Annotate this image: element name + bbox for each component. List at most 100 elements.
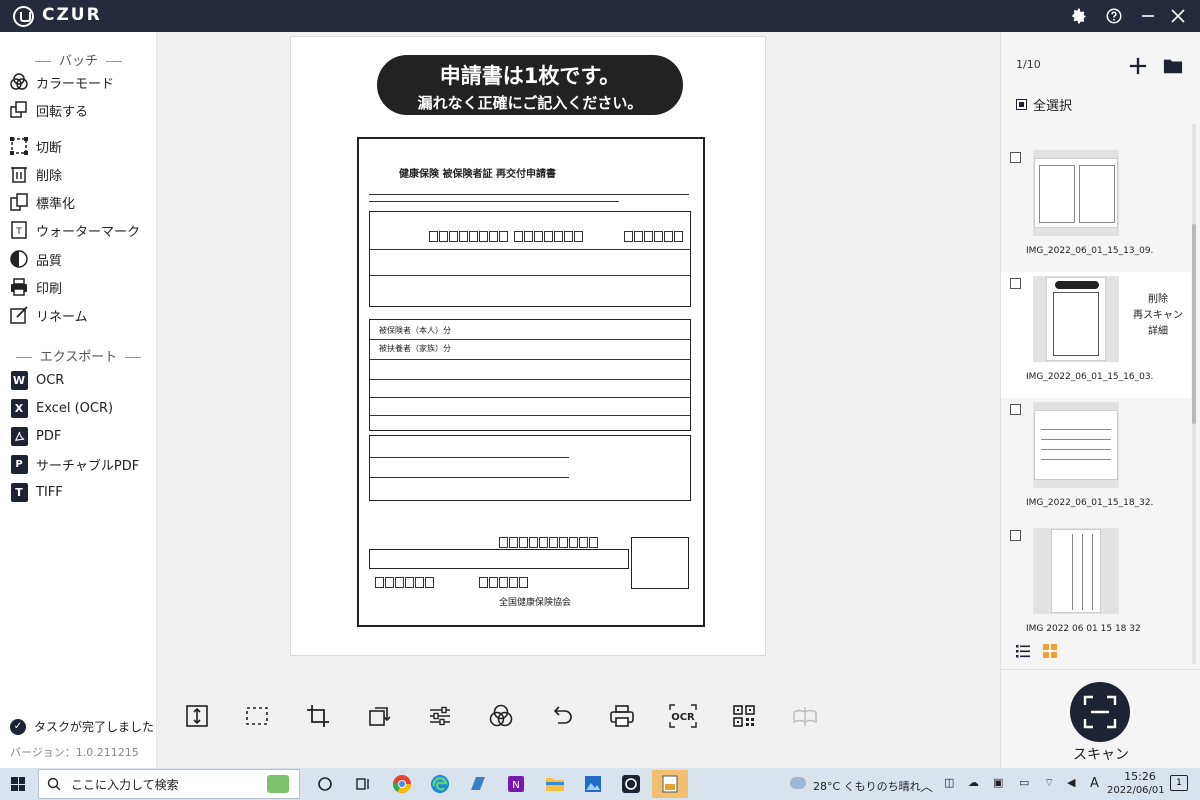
weather-text[interactable]: 28°C くもりのち晴れ: [813, 778, 921, 794]
list-view-icon[interactable]: [1014, 642, 1032, 660]
thumbnail-item[interactable]: IMG 2022 06 01 15 18 32: [1001, 524, 1191, 650]
notification-icon[interactable]: 1: [1170, 775, 1188, 791]
taskbar-search-box[interactable]: ここに入力して検索: [38, 769, 300, 799]
task-view-icon[interactable]: [345, 770, 381, 798]
left-sidebar: バッチ カラーモード 回転する 切断 削除 標準化 T ウォーターマーク 品質 …: [0, 32, 157, 768]
menu-quality[interactable]: 品質: [9, 247, 154, 271]
chrome-icon[interactable]: [384, 770, 420, 798]
menu-delete[interactable]: 削除: [9, 162, 154, 186]
thumbnail-scrollbar[interactable]: [1192, 124, 1196, 664]
edge-icon[interactable]: [422, 770, 458, 798]
ocr-icon[interactable]: OCR: [663, 700, 703, 732]
rotate-icon: [9, 100, 29, 120]
minimize-icon[interactable]: [1138, 6, 1158, 26]
ime-indicator[interactable]: A: [1090, 776, 1099, 791]
help-icon[interactable]: [1104, 6, 1124, 26]
document-banner: 申請書は1枚です。 漏れなく正確にご記入ください。: [377, 55, 683, 115]
select-all-box[interactable]: [1016, 99, 1027, 110]
crop-tool-icon[interactable]: [298, 700, 338, 732]
file-explorer-icon[interactable]: [537, 770, 573, 798]
printer-icon: [9, 277, 29, 297]
book-split-icon: [785, 700, 825, 732]
clock-date[interactable]: 2022/06/01: [1107, 785, 1165, 796]
thumbnail-list: IMG_2022_06_01_15_13_09. 削除 再スキャン 詳細 IMG…: [1001, 124, 1191, 664]
volume-icon[interactable]: ◀: [1067, 776, 1075, 789]
menu-crop[interactable]: 切断: [9, 134, 154, 158]
onedrive-icon[interactable]: ☁: [968, 776, 979, 789]
export-excel-ocr[interactable]: X Excel (OCR): [9, 396, 154, 420]
right-thumbnail-panel: 1/10 全選択 IMG_2022_06_01_15_13_09. 削除 再スキ…: [1000, 32, 1200, 768]
cortana-icon[interactable]: [307, 770, 343, 798]
active-app-icon[interactable]: [652, 770, 688, 798]
thumbnail-checkbox[interactable]: [1010, 530, 1021, 541]
context-details[interactable]: 詳細: [1128, 324, 1188, 340]
settings-gear-icon[interactable]: [1069, 6, 1089, 26]
onenote-icon[interactable]: N: [498, 770, 534, 798]
context-rescan[interactable]: 再スキャン: [1128, 308, 1188, 324]
app-icon[interactable]: [460, 770, 496, 798]
clock-time[interactable]: 15:26: [1120, 770, 1160, 783]
thumbnail-image[interactable]: [1033, 276, 1119, 362]
export-searchable-pdf[interactable]: P サーチャブルPDF: [9, 452, 154, 476]
undo-icon[interactable]: [542, 700, 582, 732]
form-section-dependent: 被扶養者（家族）分: [379, 344, 451, 353]
menu-color-mode[interactable]: カラーモード: [9, 70, 154, 94]
export-pdf[interactable]: PDF: [9, 424, 154, 448]
menu-standardize[interactable]: 標準化: [9, 190, 154, 214]
menu-print[interactable]: 印刷: [9, 275, 154, 299]
close-icon[interactable]: [1168, 6, 1188, 26]
svg-text:N: N: [512, 780, 519, 791]
standardize-icon: [9, 192, 29, 212]
thumbnail-image[interactable]: [1033, 150, 1119, 236]
tray-monitor-icon[interactable]: ▣: [993, 776, 1003, 789]
print-tool-icon[interactable]: [602, 700, 642, 732]
check-circle-icon: ✓: [10, 718, 26, 735]
menu-watermark[interactable]: T ウォーターマーク: [9, 218, 154, 242]
tray-app-icon[interactable]: ◫: [944, 776, 954, 789]
windows-start-icon[interactable]: [0, 768, 36, 800]
search-icon: [47, 777, 61, 791]
svg-text:T: T: [15, 227, 22, 237]
document-preview[interactable]: 申請書は1枚です。 漏れなく正確にご記入ください。 健康保険 被保険者証 再交付…: [290, 36, 766, 656]
scan-label: スキャン: [1073, 747, 1129, 763]
export-tiff[interactable]: T TIFF: [9, 480, 154, 504]
thumbnail-checkbox[interactable]: [1010, 404, 1021, 415]
battery-icon[interactable]: ▭: [1019, 776, 1029, 789]
rotate-tool-icon[interactable]: [359, 700, 399, 732]
thumbnail-image[interactable]: [1033, 402, 1119, 488]
thumbnail-item[interactable]: IMG_2022_06_01_15_18_32.: [1001, 398, 1191, 524]
select-area-icon[interactable]: [237, 700, 277, 732]
menu-rename[interactable]: リネーム: [9, 303, 154, 327]
thumbnail-checkbox[interactable]: [1010, 152, 1021, 163]
main-preview-area: 申請書は1枚です。 漏れなく正確にご記入ください。 健康保険 被保険者証 再交付…: [157, 32, 1000, 768]
qr-code-icon[interactable]: [724, 700, 764, 732]
grid-view-icon[interactable]: [1041, 642, 1059, 660]
pdf-icon: [9, 426, 29, 446]
weather-icon[interactable]: [790, 777, 806, 789]
application-form: 健康保険 被保険者証 再交付申請書 被保険者（本人）分 被扶養者（家族）分 全国…: [357, 137, 705, 627]
czur-taskbar-icon[interactable]: [613, 770, 649, 798]
thumbnail-checkbox[interactable]: [1010, 278, 1021, 289]
menu-rotate[interactable]: 回転する: [9, 98, 154, 122]
czur-logo-icon: [13, 6, 34, 27]
wifi-icon[interactable]: ⌔: [1044, 776, 1054, 790]
app-name: CZUR: [42, 5, 102, 25]
folder-icon[interactable]: [1163, 56, 1183, 76]
adjust-sliders-icon[interactable]: [420, 700, 460, 732]
photos-icon[interactable]: [575, 770, 611, 798]
thumbnail-item-selected[interactable]: 削除 再スキャン 詳細 IMG_2022_06_01_15_16_03.: [1001, 272, 1191, 398]
select-all-checkbox[interactable]: 全選択: [1016, 95, 1072, 114]
tray-chevron-up-icon[interactable]: ︿: [920, 776, 933, 795]
export-section-title: エクスポート: [0, 346, 157, 365]
color-filter-icon[interactable]: [481, 700, 521, 732]
context-delete[interactable]: 削除: [1128, 292, 1188, 308]
thumbnail-image[interactable]: [1033, 528, 1119, 614]
fit-height-icon[interactable]: [177, 700, 217, 732]
export-ocr[interactable]: W OCR: [9, 368, 154, 392]
add-icon[interactable]: [1128, 56, 1148, 76]
form-title: 健康保険 被保険者証 再交付申請書: [399, 169, 556, 180]
scan-button[interactable]: [1070, 682, 1130, 742]
thumbnail-item[interactable]: IMG_2022_06_01_15_13_09.: [1001, 146, 1191, 272]
version-label: バージョン：1.0.211215: [10, 746, 139, 759]
form-section-insured: 被保険者（本人）分: [379, 326, 451, 335]
